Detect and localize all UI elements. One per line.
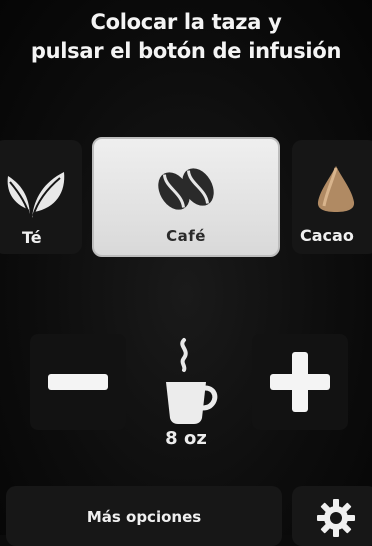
plus-icon [270, 352, 330, 412]
steaming-cup-icon [160, 336, 220, 426]
gear-icon [317, 499, 355, 537]
instruction-line-1: Colocar la taza y [90, 10, 282, 34]
increase-size-button[interactable] [252, 334, 348, 430]
cup-size-value: 8 oz [165, 428, 207, 449]
decrease-size-button[interactable] [30, 334, 126, 430]
more-options-button[interactable]: Más opciones [6, 486, 282, 546]
instruction-line-2: pulsar el botón de infusión [30, 39, 342, 63]
more-options-label: Más opciones [86, 508, 202, 526]
beverage-tea-label: Té [22, 228, 42, 247]
beverage-tea-button[interactable]: Té [0, 140, 82, 254]
instruction-text: Colocar la taza y pulsar el botón de inf… [0, 8, 372, 66]
coffee-beans-icon [154, 161, 220, 221]
settings-button[interactable] [292, 486, 372, 546]
brewer-screen: Colocar la taza y pulsar el botón de inf… [0, 0, 372, 546]
cocoa-drop-icon [314, 164, 358, 218]
beverage-coffee-button[interactable]: Café [92, 137, 280, 257]
beverage-cocoa-label: Cacao [300, 226, 354, 245]
tea-leaves-icon [0, 160, 70, 224]
beverage-coffee-label: Café [166, 227, 206, 245]
beverage-cocoa-button[interactable]: Cacao [292, 140, 372, 254]
minus-icon [48, 374, 108, 390]
